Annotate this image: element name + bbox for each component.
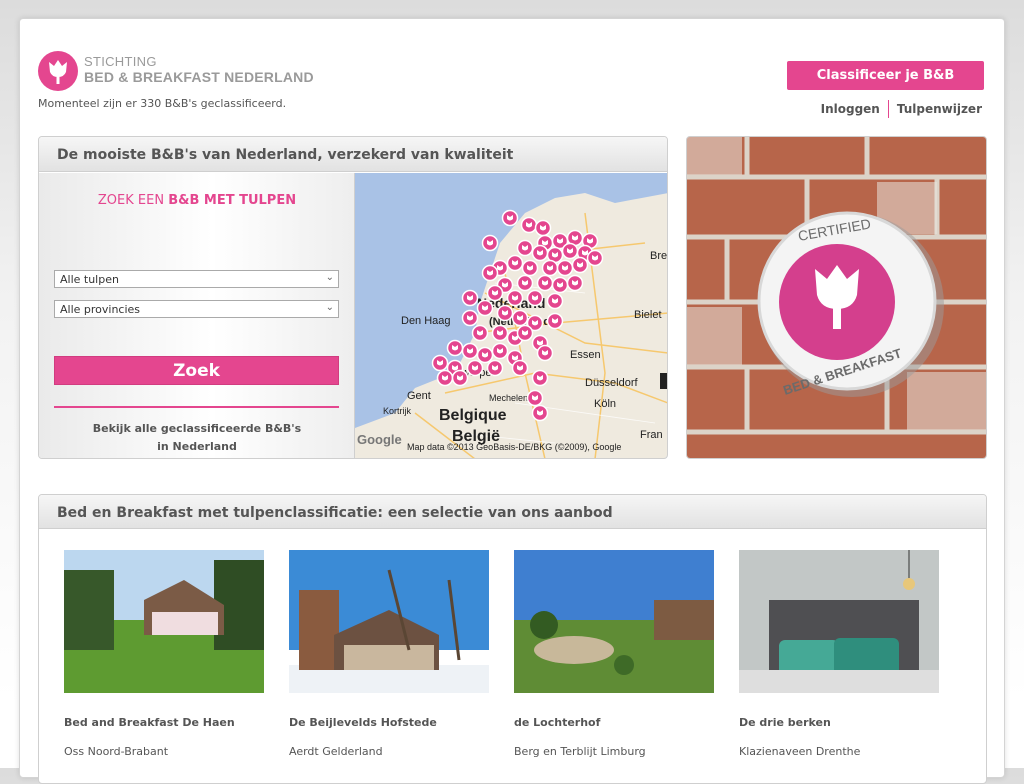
map-label-fran: Fran xyxy=(640,429,663,441)
map-label-koln: Köln xyxy=(594,398,616,410)
classified-count-text: Momenteel zijn er 330 B&B's geclassifice… xyxy=(38,97,287,110)
chevron-down-icon: ⌄ xyxy=(325,302,334,313)
classify-bnb-button[interactable]: Classificeer je B&B xyxy=(787,61,984,90)
search-panel-title: De mooiste B&B's van Nederland, verzeker… xyxy=(39,137,667,172)
top-links: Inloggen Tulpenwijzer xyxy=(813,100,982,118)
offer-location: Aerdt Gelderland xyxy=(289,745,383,758)
offer-card[interactable]: De drie berken Klazienaveen Drenthe xyxy=(739,550,939,758)
page-container: STICHTING BED & BREAKFAST NEDERLAND Mome… xyxy=(19,18,1005,784)
offer-location: Klazienaveen Drenthe xyxy=(739,745,861,758)
login-link[interactable]: Inloggen xyxy=(813,102,888,118)
map-label-bielet: Bielet xyxy=(634,309,662,321)
map-label-den-haag: Den Haag xyxy=(401,315,451,327)
map-label-kortrijk: Kortrijk xyxy=(383,406,412,416)
offer-thumbnail[interactable] xyxy=(64,550,264,693)
search-panel: De mooiste B&B's van Nederland, verzeker… xyxy=(38,136,668,459)
search-button[interactable]: Zoek xyxy=(54,356,339,385)
offer-name[interactable]: de Lochterhof xyxy=(514,716,714,729)
certified-badge-photo: CERTIFIED BED & BREAKFAST xyxy=(686,136,987,459)
map-label-gent: Gent xyxy=(407,390,431,402)
map-label-dusseldorf: Düsseldorf xyxy=(585,377,639,389)
offer-thumbnail[interactable] xyxy=(289,550,489,693)
offer-location: Berg en Terblijt Limburg xyxy=(514,745,646,758)
map-attribution: Map data ©2013 GeoBasis-DE/BKG (©2009), … xyxy=(407,442,621,452)
logo-text-stichting: STICHTING xyxy=(84,54,157,69)
offer-name[interactable]: De Beijlevelds Hofstede xyxy=(289,716,489,729)
offer-name[interactable]: Bed and Breakfast De Haen xyxy=(64,716,264,729)
search-form: ZOEK EEN B&B MET TULPEN Alle tulpen ⌄ Al… xyxy=(39,173,355,458)
map-label-mechelen: Mechelen xyxy=(489,393,528,403)
offers-panel: Bed en Breakfast met tulpenclassificatie… xyxy=(38,494,987,784)
map-label-belgique: Belgique xyxy=(439,407,507,424)
logo-text-name: BED & BREAKFAST NEDERLAND xyxy=(84,69,314,85)
offers-panel-title: Bed en Breakfast met tulpenclassificatie… xyxy=(39,495,986,529)
offer-card[interactable]: De Beijlevelds Hofstede Aerdt Gelderland xyxy=(289,550,489,758)
map-label-essen: Essen xyxy=(570,349,601,361)
offer-card[interactable]: Bed and Breakfast De Haen Oss Noord-Brab… xyxy=(64,550,264,758)
bnb-map[interactable]: Den Haag Bielet Essen Düsseldorf Antwerp… xyxy=(355,173,668,458)
provincies-select[interactable]: Alle provincies ⌄ xyxy=(54,300,339,318)
offer-thumbnail[interactable] xyxy=(739,550,939,693)
map-label-bre: Bre xyxy=(650,250,667,262)
view-all-link[interactable]: Bekijk alle geclassificeerde B&B's in Ne… xyxy=(39,420,355,456)
offer-card[interactable]: de Lochterhof Berg en Terblijt Limburg xyxy=(514,550,714,758)
search-heading: ZOEK EEN B&B MET TULPEN xyxy=(97,193,297,208)
google-logo: Google xyxy=(357,432,402,447)
tulpen-select[interactable]: Alle tulpen ⌄ xyxy=(54,270,339,288)
map-control[interactable] xyxy=(660,373,668,389)
offer-thumbnail[interactable] xyxy=(514,550,714,693)
pink-divider xyxy=(54,406,339,408)
offer-name[interactable]: De drie berken xyxy=(739,716,939,729)
tulpenwijzer-link[interactable]: Tulpenwijzer xyxy=(889,102,982,118)
chevron-down-icon: ⌄ xyxy=(325,272,334,283)
offer-location: Oss Noord-Brabant xyxy=(64,745,169,758)
tulip-logo-icon[interactable] xyxy=(38,51,78,91)
